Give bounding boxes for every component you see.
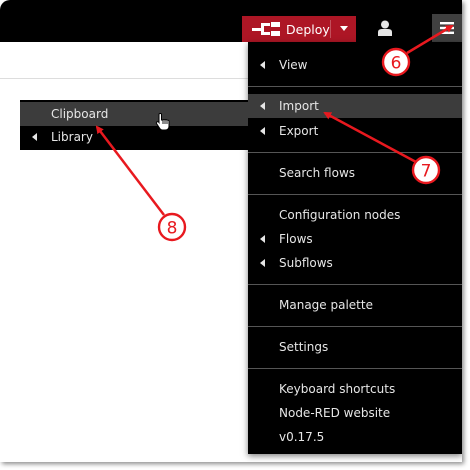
callout-number: 6 — [391, 54, 402, 74]
annotation-overlay: 6 7 8 — [95, 24, 454, 242]
callout-arrow — [406, 24, 454, 55]
callout-arrow — [323, 111, 417, 164]
callout-number: 7 — [421, 162, 432, 182]
callout-arrow — [95, 125, 165, 216]
callout-number: 8 — [167, 219, 178, 239]
callout-7: 7 — [323, 111, 441, 185]
callout-8: 8 — [95, 125, 187, 242]
callout-6: 6 — [381, 24, 454, 77]
